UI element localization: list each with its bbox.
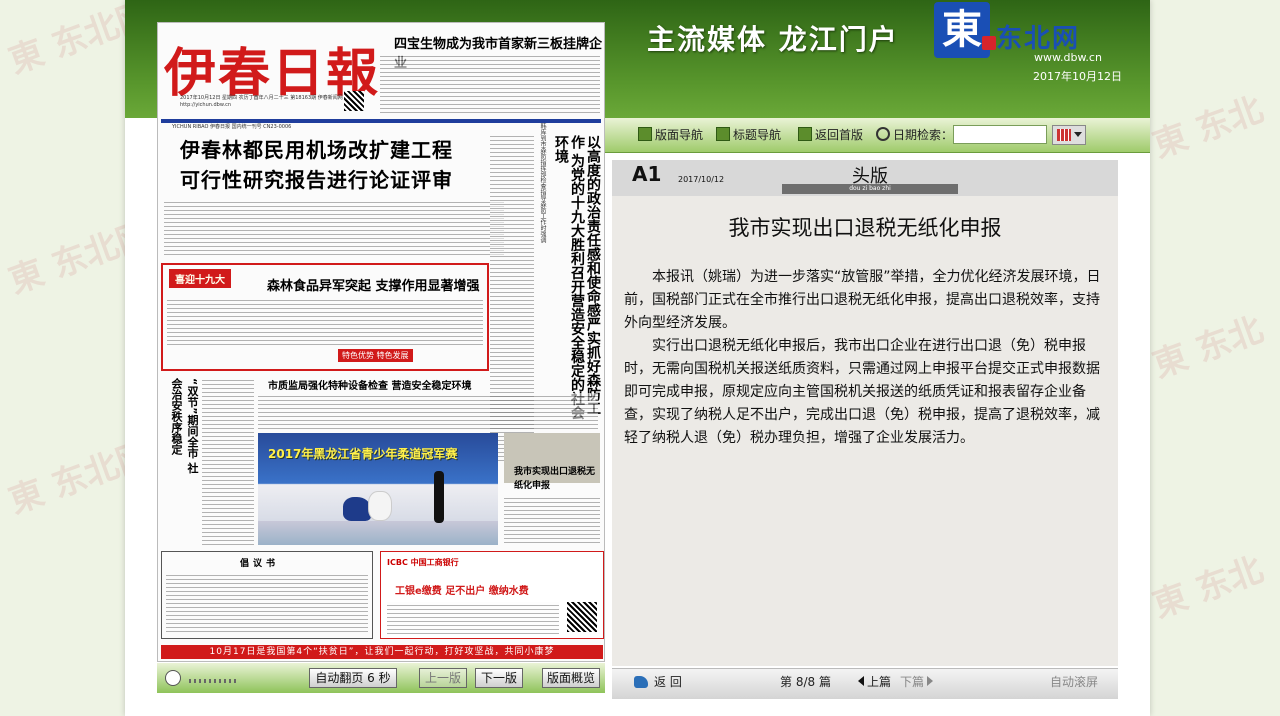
lead-headline-line: 伊春林都民用机场改扩建工程 bbox=[180, 138, 453, 162]
news-headline[interactable]: 市质监局强化特种设备检查 营造安全稳定环境 bbox=[268, 377, 471, 392]
athlete-figure bbox=[343, 497, 371, 521]
photo-banner-text: 2017年黑龙江省青少年柔道冠军赛 bbox=[268, 447, 458, 461]
next-article-button[interactable]: 下篇 bbox=[900, 673, 934, 690]
list-icon bbox=[716, 127, 730, 141]
calendar-icon bbox=[1057, 129, 1071, 141]
news-headline[interactable]: 我市实现出口退税无纸化申报 bbox=[514, 465, 598, 493]
back-arrow-icon bbox=[634, 676, 648, 688]
nav-label: 标题导航 bbox=[733, 128, 782, 142]
nav-title-navigation[interactable]: 标题导航 bbox=[716, 126, 781, 143]
poverty-day-banner: 10月17日是我国第4个“扶贫日”，让我们一起行动，打好攻坚战，共同小康梦 bbox=[161, 645, 603, 659]
text-block bbox=[166, 572, 368, 634]
featured-footer: 特色优势 特色发展 bbox=[338, 349, 413, 362]
page-code: A1 bbox=[632, 162, 662, 186]
search-icon bbox=[876, 127, 890, 141]
referee-figure bbox=[434, 471, 444, 523]
text-block bbox=[380, 53, 600, 115]
back-button[interactable]: 返 回 bbox=[634, 673, 682, 690]
page-pinyin: dou zi bao zhi bbox=[782, 184, 958, 194]
page-nav-icon bbox=[638, 127, 652, 141]
lead-headline-line: 可行性研究报告进行论证评审 bbox=[180, 168, 453, 192]
text-block bbox=[258, 393, 598, 429]
chevron-down-icon bbox=[1074, 132, 1082, 137]
article-paragraph: 本报讯（姚瑞）为进一步落实“放管服”举措，全力优化经济发展环境，日前，国税部门正… bbox=[624, 269, 1101, 331]
text-block bbox=[387, 602, 559, 634]
background-watermark: 東 东北 bbox=[1147, 309, 1269, 387]
prev-article-label: 上篇 bbox=[867, 675, 892, 689]
volume-slider[interactable] bbox=[189, 679, 239, 683]
next-article-label: 下篇 bbox=[900, 675, 925, 689]
bank-slogan: 工银e缴费 足不出户 缴纳水费 bbox=[395, 586, 529, 597]
side-headline[interactable]: “双节”期间全市 社会治安秩序稳定 bbox=[168, 378, 200, 483]
return-icon bbox=[798, 127, 812, 141]
lead-headline[interactable]: 伊春林都民用机场改扩建工程 可行性研究报告进行论证评审 bbox=[180, 135, 453, 195]
judo-photo[interactable]: 2017年黑龙江省青少年柔道冠军赛 bbox=[258, 433, 498, 545]
page-controls-bar: 自动翻页 6 秒 上一版 下一版 版面概览 bbox=[157, 663, 605, 693]
auto-page-button[interactable]: 自动翻页 6 秒 bbox=[309, 668, 397, 688]
prev-article-button[interactable]: 上篇 bbox=[858, 673, 891, 690]
athlete-figure bbox=[368, 491, 392, 521]
page-overview-button[interactable]: 版面概览 bbox=[542, 668, 600, 688]
featured-headline: 森林食品异军突起 支撑作用显著增强 bbox=[267, 279, 480, 294]
featured-article-box[interactable]: 喜迎十九大 森林食品异军突起 支撑作用显著增强 特色优势 特色发展 bbox=[161, 263, 489, 371]
article-text: 本报讯（姚瑞）为进一步落实“放管服”举措，全力优化经济发展环境，日前，国税部门正… bbox=[624, 266, 1102, 450]
newspaper-page-image[interactable]: 伊春日報 2017年10月12日 星期四 农历丁酉年八月二十三 第18163期 … bbox=[157, 22, 605, 662]
date-search-text: 日期检索： bbox=[893, 128, 954, 142]
prev-page-button[interactable]: 上一版 bbox=[419, 668, 467, 688]
masthead-info: 2017年10月12日 星期四 农历丁酉年八月二十三 第18163期 伊春新闻网… bbox=[180, 95, 343, 108]
article-counter: 第 8/8 篇 bbox=[780, 675, 831, 689]
nav-label: 版面导航 bbox=[655, 128, 704, 142]
text-block bbox=[164, 199, 504, 257]
text-block bbox=[504, 495, 600, 545]
triangle-right-icon bbox=[927, 676, 934, 686]
background-watermark: 東 东北 bbox=[1147, 89, 1269, 167]
logo-url: www.dbw.cn bbox=[1034, 51, 1102, 64]
photo-mat bbox=[258, 521, 498, 545]
qr-code-icon bbox=[344, 91, 364, 111]
triangle-left-icon bbox=[858, 676, 864, 686]
vertical-headline[interactable]: 以高度的政治责任感和使命感严实抓好森防工作 为党的十九大胜利召开营造安全稳定的社… bbox=[553, 135, 601, 420]
header-date: 2017年10月12日 bbox=[1033, 70, 1122, 83]
next-page-button[interactable]: 下一版 bbox=[475, 668, 523, 688]
article-title: 我市实现出口退税无纸化申报 bbox=[728, 216, 1002, 240]
speaker-icon[interactable] bbox=[165, 670, 181, 686]
nav-page-navigation[interactable]: 版面导航 bbox=[638, 126, 703, 143]
icbc-advertisement[interactable]: ICBC 中国工商银行 工银e缴费 足不出户 缴纳水费 bbox=[380, 551, 604, 639]
background-watermark: 東 东北 bbox=[1147, 549, 1269, 627]
nav-label: 返回首版 bbox=[815, 128, 864, 142]
date-search-input[interactable] bbox=[953, 125, 1047, 144]
nav-back-front-page[interactable]: 返回首版 bbox=[798, 126, 863, 143]
proposal-box[interactable]: 倡议书 bbox=[161, 551, 373, 639]
bank-name: ICBC 中国工商银行 bbox=[387, 558, 459, 567]
article-paragraph: 实行出口退税无纸化申报后，我市出口企业在进行出口退（免）税申报时，无需向国税机关… bbox=[624, 338, 1100, 446]
proposal-title: 倡议书 bbox=[240, 559, 280, 569]
qr-code-icon bbox=[567, 602, 597, 632]
header-slogan: 主流媒体 龙江门户 bbox=[647, 23, 899, 56]
logo-name: 东北网 bbox=[996, 24, 1081, 54]
vertical-subhead: 韩库到市森防指挥部检查指导森防工作时强调 bbox=[539, 123, 546, 243]
dbw-logo[interactable]: 東 东北网 www.dbw.cn bbox=[930, 0, 1140, 68]
rule-text: YICHUN RIBAO 伊春日报 国内统一刊号 CN23-0006 bbox=[172, 124, 292, 130]
section-tag: 喜迎十九大 bbox=[169, 269, 231, 288]
calendar-dropdown-button[interactable] bbox=[1052, 125, 1086, 145]
back-label: 返 回 bbox=[654, 675, 682, 689]
logo-mark-icon: 東 bbox=[934, 2, 996, 58]
date-search-label: 日期检索： bbox=[876, 126, 953, 143]
text-block bbox=[202, 377, 254, 545]
auto-scroll-button[interactable]: 自动滚屏 bbox=[1050, 673, 1098, 690]
text-block bbox=[167, 297, 483, 345]
page-date: 2017/10/12 bbox=[678, 175, 725, 184]
